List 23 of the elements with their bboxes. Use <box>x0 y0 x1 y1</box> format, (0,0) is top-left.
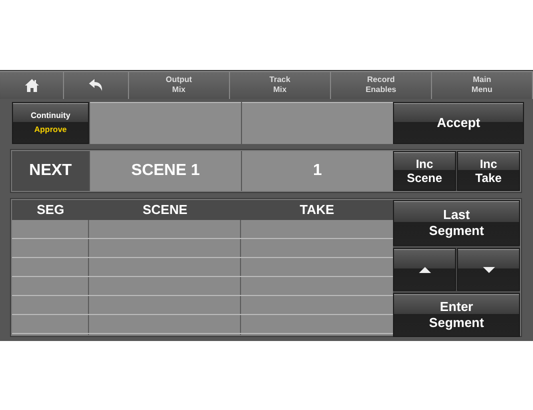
column-header: SEG <box>36 201 66 219</box>
back-arrow-icon <box>89 79 104 91</box>
column-header: TAKE <box>298 201 336 219</box>
accept-button[interactable]: Accept <box>393 102 524 144</box>
scene-value: SCENE 1 <box>89 151 241 191</box>
segment-button[interactable]: Enter Segment <box>393 293 520 337</box>
home-icon <box>24 78 39 92</box>
up-button[interactable] <box>393 248 456 291</box>
home-button[interactable] <box>0 71 64 99</box>
increment-button[interactable]: Inc Scene <box>393 151 456 191</box>
toolbar-button[interactable]: Main Menu <box>432 71 533 99</box>
back-button[interactable] <box>64 71 129 99</box>
toolbar-button[interactable]: Record Enables <box>330 71 432 99</box>
take-value: 1 <box>241 151 393 191</box>
continuity-approve-button[interactable]: Continuity Approve <box>12 102 89 144</box>
down-arrow-icon <box>482 266 494 272</box>
segment-button[interactable]: Last Segment <box>393 200 520 246</box>
down-button[interactable] <box>457 248 520 291</box>
increment-button[interactable]: Inc Take <box>457 151 520 191</box>
column-header: SCENE <box>142 201 188 219</box>
toolbar-button[interactable]: Output Mix <box>128 71 230 99</box>
up-arrow-icon <box>418 266 430 272</box>
toolbar-button[interactable]: Track Mix <box>230 71 331 99</box>
